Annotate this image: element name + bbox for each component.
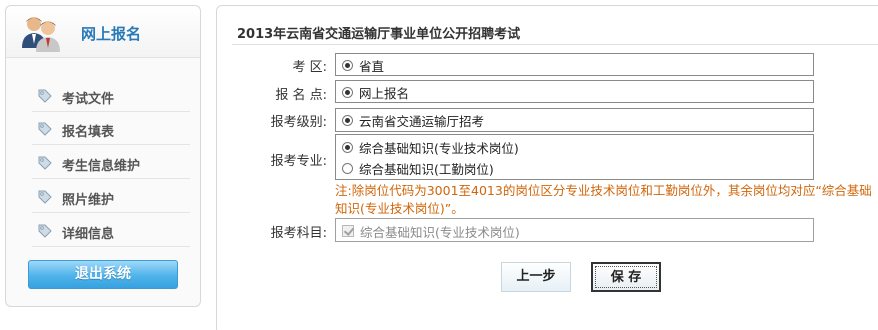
tag-icon [38, 224, 52, 238]
major-option-worker[interactable]: 综合基础知识(工勤岗位) [342, 160, 494, 177]
notice-text: 注:除岗位代码为3001至4013的岗位区分专业技术岗位和工勤岗位外，其余岗位均… [335, 183, 872, 216]
radio-button[interactable] [342, 59, 353, 71]
logout-button[interactable]: 退出系统 [28, 260, 178, 289]
subject-option: 综合基础知识(专业技术岗位) [342, 223, 520, 240]
exam-site-group: 网上报名 [335, 80, 814, 103]
major-group: 综合基础知识(专业技术岗位) 综合基础知识(工勤岗位) [335, 134, 814, 180]
option-label: 综合基础知识(专业技术岗位) [359, 140, 519, 156]
tag-icon [38, 122, 52, 136]
option-label: 网上报名 [359, 85, 410, 101]
sidebar-item-details[interactable]: 详细信息 [32, 215, 190, 247]
sidebar-item-label: 报名填表 [62, 125, 115, 140]
exam-level-option[interactable]: 云南省交通运输厅招考 [342, 112, 485, 129]
sidebar-item-label: 详细信息 [62, 227, 115, 242]
main-panel: 2013年云南省交通运输厅事业单位公开招聘考试 考 区: 省直 报 名 点: 网… [216, 5, 878, 330]
major-label: 报考专业: [270, 154, 327, 169]
exam-level-label: 报考级别: [270, 115, 327, 130]
sidebar-item-exam-documents[interactable]: 考试文件 [32, 80, 190, 112]
sidebar-item-label: 考试文件 [62, 92, 115, 107]
sidebar-item-registration-form[interactable]: 报名填表 [32, 113, 190, 145]
title-divider [232, 44, 878, 45]
exam-area-group: 省直 [335, 53, 814, 76]
save-button[interactable]: 保 存 [591, 262, 661, 292]
sidebar-item-photo[interactable]: 照片维护 [32, 181, 190, 213]
checkbox [342, 225, 354, 237]
option-label: 省直 [359, 58, 385, 74]
page-title: 2013年云南省交通运输厅事业单位公开招聘考试 [237, 27, 521, 42]
tag-icon [38, 190, 52, 204]
subject-group: 综合基础知识(专业技术岗位) [335, 218, 814, 242]
users-icon [22, 17, 60, 52]
exam-level-group: 云南省交通运输厅招考 [335, 108, 814, 132]
sidebar-item-label: 照片维护 [62, 193, 115, 208]
radio-button[interactable] [342, 141, 353, 153]
sidebar-title: 网上报名 [81, 25, 142, 43]
sidebar-header: 网上报名 [6, 6, 200, 58]
exam-area-label: 考 区: [292, 60, 327, 75]
option-label: 云南省交通运输厅招考 [359, 113, 485, 129]
tag-icon [38, 89, 52, 103]
option-label: 综合基础知识(工勤岗位) [359, 161, 494, 177]
sidebar-item-candidate-info[interactable]: 考生信息维护 [32, 147, 190, 179]
radio-button[interactable] [342, 162, 353, 174]
sidebar-item-label: 考生信息维护 [62, 159, 141, 174]
radio-button[interactable] [342, 86, 353, 98]
sidebar: 网上报名 考试文件 报名填表 考生信息维护 照片维护 详细信息 退出系统 [5, 5, 201, 307]
previous-step-button[interactable]: 上一步 [501, 262, 571, 292]
subject-label: 报考科目: [270, 226, 327, 241]
radio-button[interactable] [342, 114, 353, 126]
exam-site-label: 报 名 点: [275, 88, 327, 103]
exam-site-option[interactable]: 网上报名 [342, 84, 410, 101]
tag-icon [38, 156, 52, 170]
exam-area-option[interactable]: 省直 [342, 57, 385, 74]
major-option-professional[interactable]: 综合基础知识(专业技术岗位) [342, 139, 519, 156]
option-label: 综合基础知识(专业技术岗位) [360, 224, 520, 240]
